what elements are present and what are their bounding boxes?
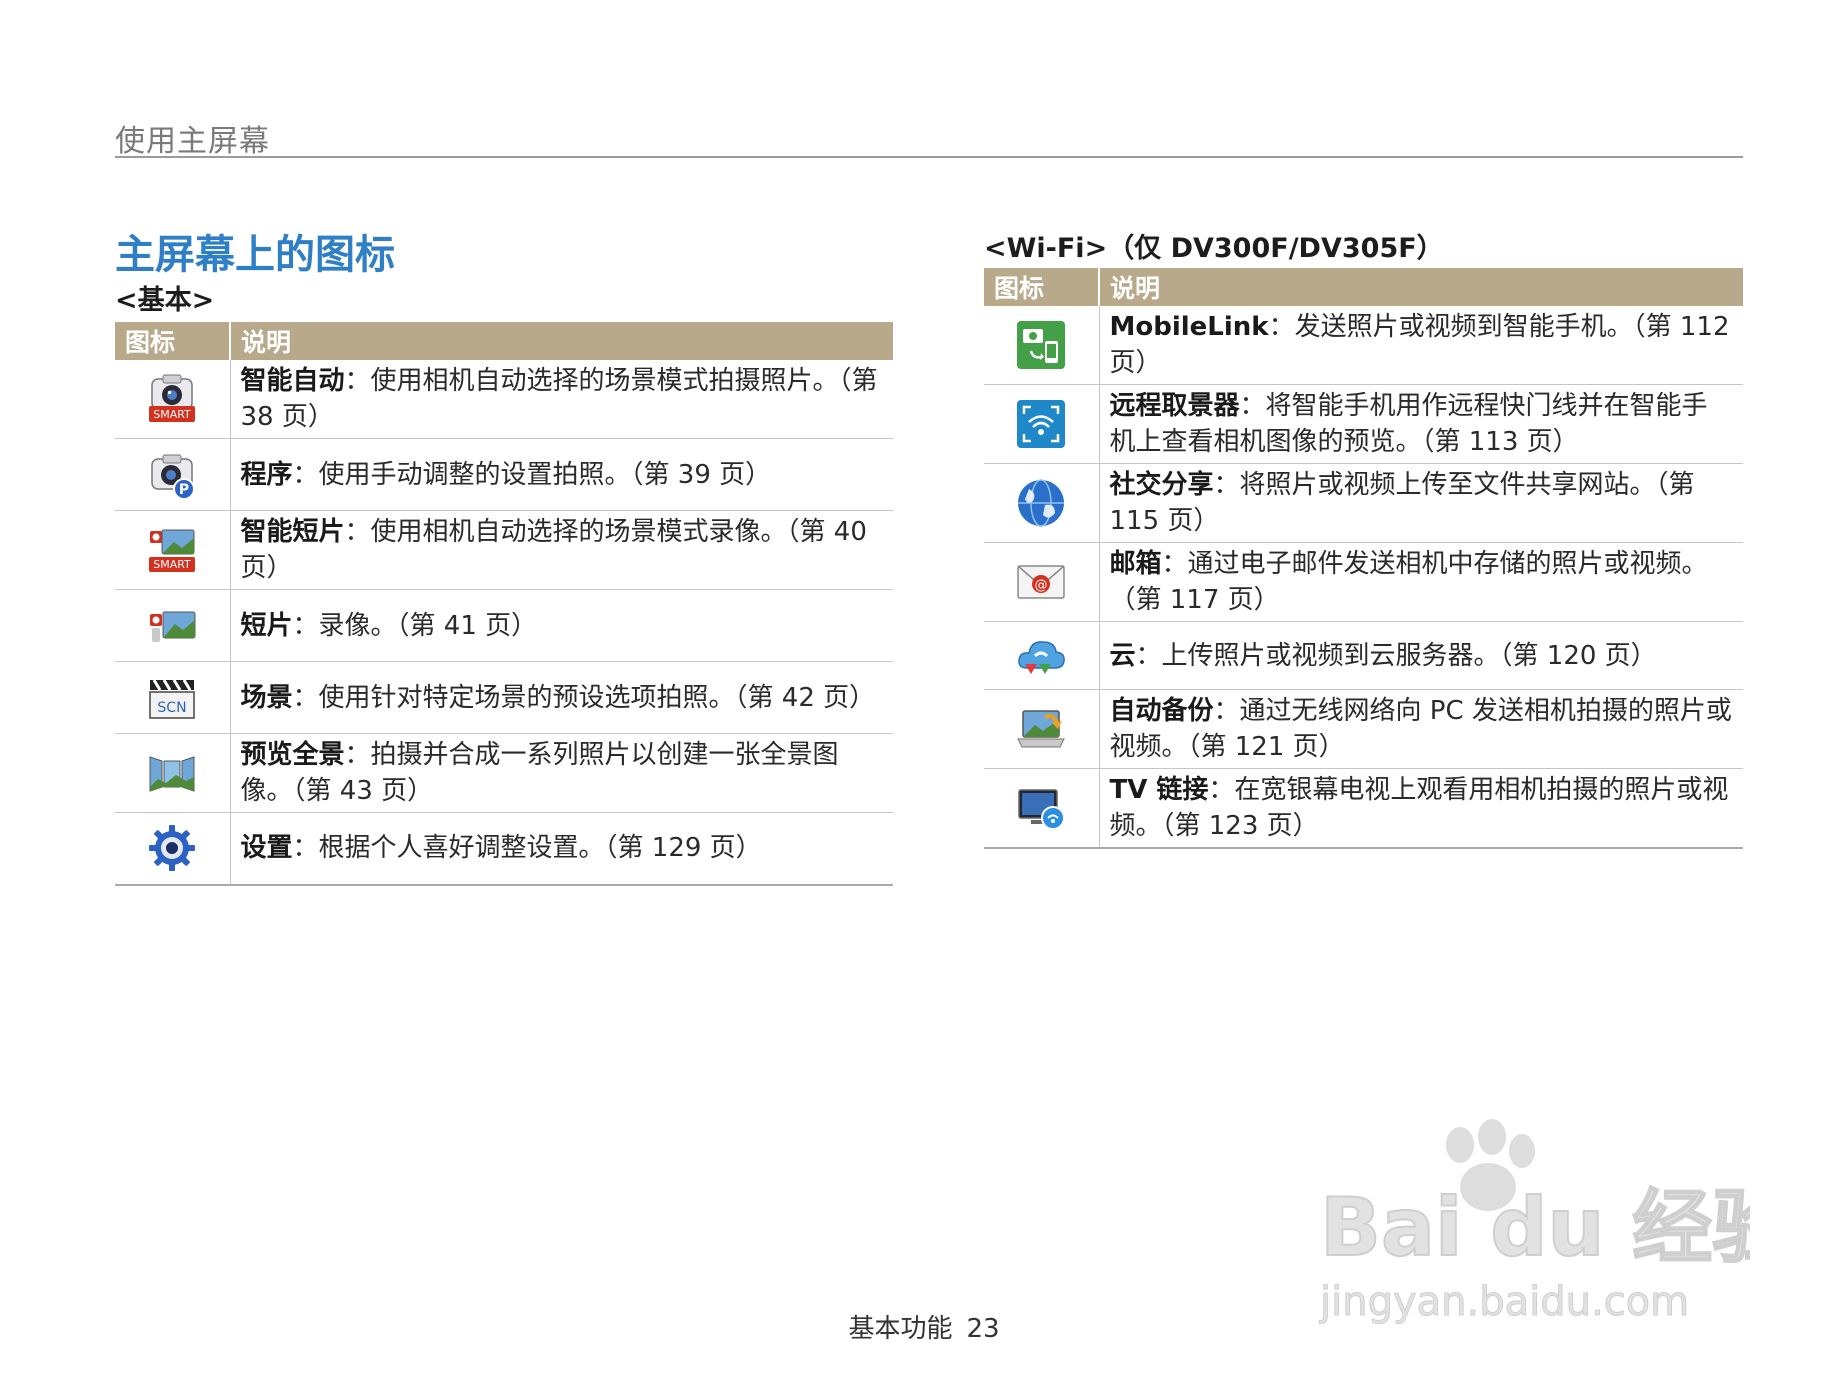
svg-text:@: @ [1035,578,1048,593]
description-cell: 智能短片：使用相机自动选择的场景模式录像。（第 40 页） [230,510,893,590]
settings-icon [149,825,196,872]
table-row: 短片：录像。（第 41 页） [115,589,893,662]
cloud-icon [1018,640,1066,674]
icon-cell [984,689,1100,769]
wifi-icon-table: 图标 说明 MobileLink：发送照片或视频到智能手机。（第 112 页） [984,268,1743,849]
mobilelink-icon [1017,321,1066,369]
description-cell: 自动备份：通过无线网络向 PC 发送相机拍摄的照片或视频。（第 121 页） [1099,689,1743,769]
social-sharing-icon [1018,479,1065,527]
term-label: MobileLink [1109,312,1269,342]
icon-cell [984,768,1100,849]
description-cell: 程序：使用手动调整的设置拍照。（第 39 页） [230,438,893,511]
icon-cell [984,384,1100,464]
description-cell: 场景：使用针对特定场景的预设选项拍照。（第 42 页） [230,661,893,734]
term-label: 智能短片 [240,517,345,547]
term-label: 设置 [240,833,293,864]
email-icon: @ [1017,565,1065,599]
smart-auto-icon: SMART [149,374,196,422]
watermark-brand: Bai du 经验 [1320,1181,1750,1274]
description-text: ：录像。（第 41 页） [292,610,538,641]
term-label: 邮箱 [1109,549,1162,579]
column-header-description: 说明 [230,322,893,360]
program-icon: P [151,454,196,500]
icon-cell: SMART [115,510,231,590]
term-label: TV 链接 [1109,775,1209,805]
smart-badge-label: SMART [153,558,191,571]
table-row: 远程取景器：将智能手机用作远程快门线并在智能手机上查看相机图像的预览。（第 11… [984,384,1743,464]
column-header-icon: 图标 [115,322,231,360]
table-row: SMART 智能自动：使用相机自动选择的场景模式拍摄照片。（第 38 页） [115,360,893,439]
table-header-row: 图标 说明 [115,322,893,360]
table-row: SMART 智能短片：使用相机自动选择的场景模式录像。（第 40 页） [115,510,893,590]
icon-cell [984,306,1100,385]
live-panorama-icon [149,756,195,792]
icon-cell: SMART [115,360,231,439]
table-header-row: 图标 说明 [984,268,1743,306]
term-label: 社交分享 [1109,470,1214,500]
term-label: 场景 [240,682,293,713]
table-row: 云：上传照片或视频到云服务器。（第 120 页） [984,621,1743,690]
smart-badge-label: SMART [153,408,191,421]
table-row: SCN 场景：使用针对特定场景的预设选项拍照。（第 42 页） [115,661,893,734]
remote-viewfinder-icon [1017,400,1066,448]
term-label: 智能自动 [240,366,345,396]
description-cell: 短片：录像。（第 41 页） [230,589,893,662]
column-header-description: 说明 [1099,268,1743,306]
description-text: ：根据个人喜好调整设置。（第 129 页） [292,833,762,864]
page-footer: 基本功能 23 [0,1308,1848,1345]
description-cell: 智能自动：使用相机自动选择的场景模式拍摄照片。（第 38 页） [230,360,893,439]
description-text: ：使用手动调整的设置拍照。（第 39 页） [292,459,772,490]
description-cell: 远程取景器：将智能手机用作远程快门线并在智能手机上查看相机图像的预览。（第 11… [1099,384,1743,464]
header-divider [115,156,1743,158]
running-header-title: 使用主屏幕 [115,124,270,159]
icon-cell: @ [984,542,1100,622]
description-cell: 邮箱：通过电子邮件发送相机中存储的照片或视频。（第 117 页） [1099,542,1743,622]
icon-cell [115,733,231,813]
term-label: 预览全景 [240,740,345,770]
auto-backup-icon [1017,710,1066,748]
table-row: P 程序：使用手动调整的设置拍照。（第 39 页） [115,438,893,511]
basic-subtitle: <基本> [115,285,215,316]
term-label: 程序 [240,459,293,490]
description-cell: 社交分享：将照片或视频上传至文件共享网站。（第 115 页） [1099,463,1743,543]
term-label: 自动备份 [1109,696,1214,726]
section-title: 主屏幕上的图标 [115,232,395,278]
footer-section-label: 基本功能 [848,1314,953,1344]
basic-icon-table: 图标 说明 SMART 智能自动：使用相机自动选择的场景模式拍摄照片。（第 38… [115,322,893,886]
icon-cell [115,812,231,886]
program-badge-label: P [179,482,189,498]
movie-icon [150,611,196,642]
description-cell: 设置：根据个人喜好调整设置。（第 129 页） [230,812,893,886]
baidu-jingyan-watermark: Bai du 经验 jingyan.baidu.com [1319,1119,1750,1326]
description-cell: MobileLink：发送照片或视频到智能手机。（第 112 页） [1099,306,1743,385]
description-cell: TV 链接：在宽银幕电视上观看用相机拍摄的照片或视频。（第 123 页） [1099,768,1743,849]
icon-cell: SCN [115,661,231,734]
icon-cell [984,463,1100,543]
wifi-subtitle: <Wi-Fi>（仅 DV300F/DV305F） [984,233,1444,264]
description-cell: 云：上传照片或视频到云服务器。（第 120 页） [1099,621,1743,690]
table-row: @ 邮箱：通过电子邮件发送相机中存储的照片或视频。（第 117 页） [984,542,1743,622]
term-label: 远程取景器 [1109,391,1240,421]
term-label: 短片 [240,610,293,641]
table-row: 设置：根据个人喜好调整设置。（第 129 页） [115,812,893,886]
scene-icon: SCN [149,678,195,719]
page-number: 23 [966,1314,1000,1344]
table-row: 社交分享：将照片或视频上传至文件共享网站。（第 115 页） [984,463,1743,543]
icon-cell [984,621,1100,690]
icon-cell: P [115,438,231,511]
term-label: 云 [1109,640,1136,671]
description-text: ：通过电子邮件发送相机中存储的照片或视频。（第 117 页） [1109,549,1708,615]
table-row: TV 链接：在宽银幕电视上观看用相机拍摄的照片或视频。（第 123 页） [984,768,1743,849]
table-row: 预览全景：拍摄并合成一系列照片以创建一张全景图像。（第 43 页） [115,733,893,813]
description-text: ：上传照片或视频到云服务器。（第 120 页） [1135,640,1657,671]
scene-badge-label: SCN [158,700,187,716]
table-row: 自动备份：通过无线网络向 PC 发送相机拍摄的照片或视频。（第 121 页） [984,689,1743,769]
table-row: MobileLink：发送照片或视频到智能手机。（第 112 页） [984,306,1743,385]
description-cell: 预览全景：拍摄并合成一系列照片以创建一张全景图像。（第 43 页） [230,733,893,813]
tv-link-icon [1018,789,1066,830]
icon-cell [115,589,231,662]
smart-movie-icon: SMART [149,529,196,572]
column-header-icon: 图标 [984,268,1100,306]
description-text: ：使用针对特定场景的预设选项拍照。（第 42 页） [292,682,876,713]
